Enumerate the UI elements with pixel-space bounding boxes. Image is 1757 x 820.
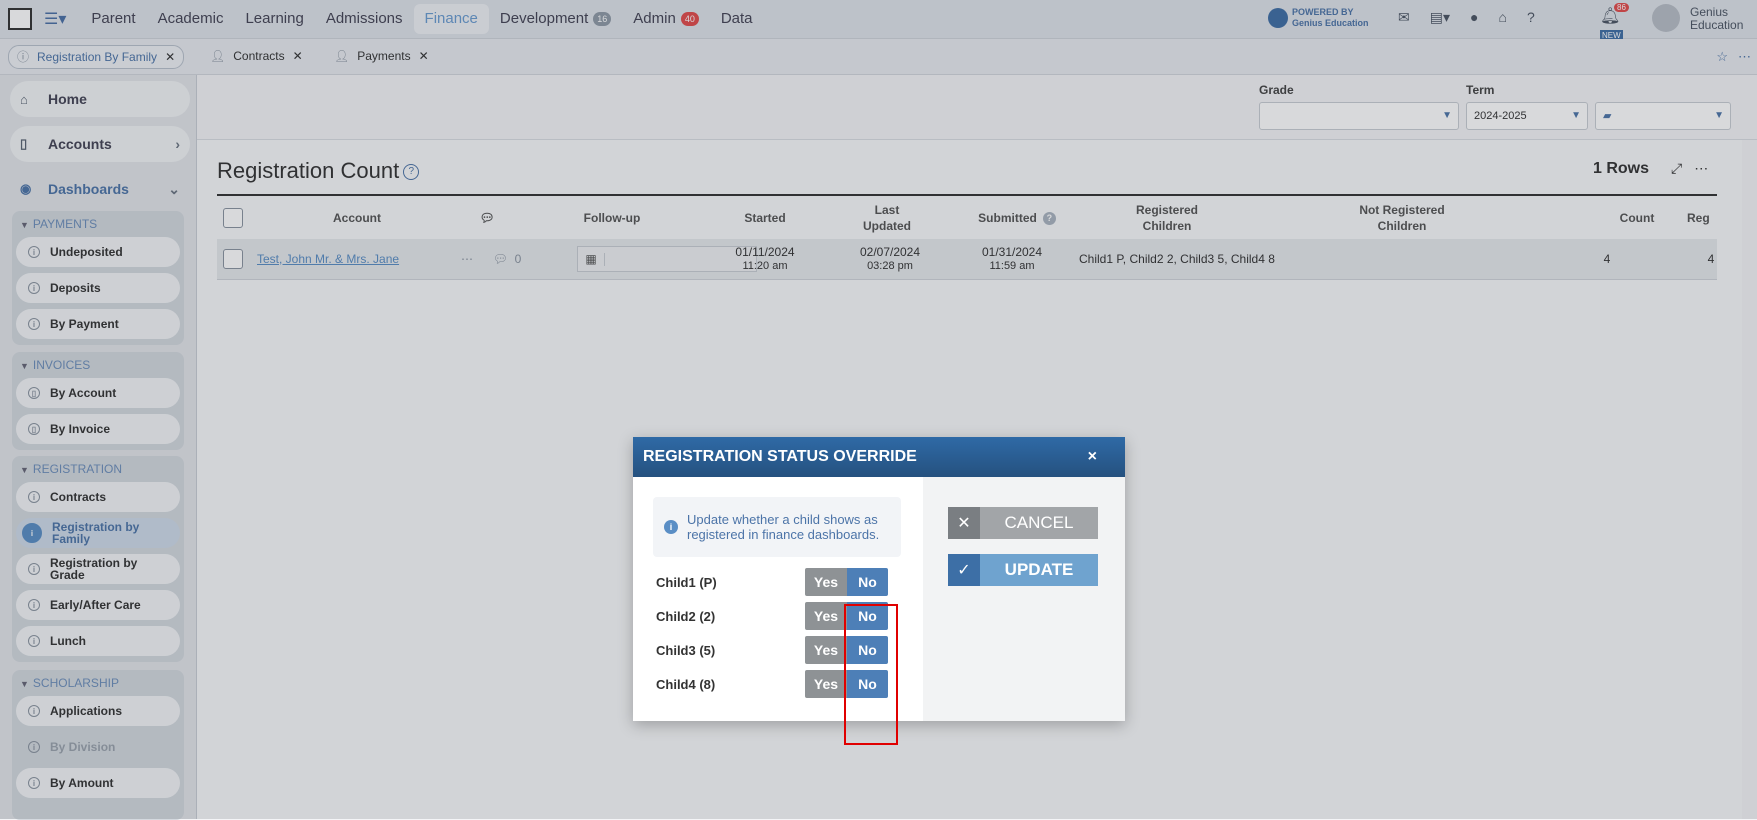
info-text: Update whether a child shows as register…: [687, 512, 880, 542]
info-icon: i: [664, 520, 678, 534]
child-row: Child1 (P) Yes No: [656, 568, 901, 596]
yes-button[interactable]: Yes: [805, 670, 847, 698]
child-label: Child2 (2): [656, 609, 716, 624]
modal-title: REGISTRATION STATUS OVERRIDE: [643, 448, 917, 465]
yes-button[interactable]: Yes: [805, 602, 847, 630]
update-button[interactable]: ✓ UPDATE: [948, 554, 1098, 586]
child-label: Child1 (P): [656, 575, 717, 590]
modal-actions: ✕ CANCEL ✓ UPDATE: [923, 477, 1125, 721]
update-label: UPDATE: [980, 554, 1098, 586]
cancel-label: CANCEL: [980, 507, 1098, 539]
no-button[interactable]: No: [847, 568, 888, 596]
registration-status-modal: REGISTRATION STATUS OVERRIDE × i Update …: [633, 437, 1125, 745]
child-label: Child3 (5): [656, 643, 716, 658]
highlight-box: [844, 604, 898, 745]
close-icon: ✕: [948, 507, 980, 539]
modal-header: REGISTRATION STATUS OVERRIDE ×: [633, 437, 1125, 477]
yes-button[interactable]: Yes: [805, 568, 847, 596]
check-icon: ✓: [948, 554, 980, 586]
cancel-button[interactable]: ✕ CANCEL: [948, 507, 1098, 539]
yes-button[interactable]: Yes: [805, 636, 847, 664]
info-box: i Update whether a child shows as regist…: [653, 497, 901, 557]
modal-body: i Update whether a child shows as regist…: [633, 477, 923, 745]
close-icon[interactable]: ×: [1088, 437, 1097, 477]
child-label: Child4 (8): [656, 677, 716, 692]
